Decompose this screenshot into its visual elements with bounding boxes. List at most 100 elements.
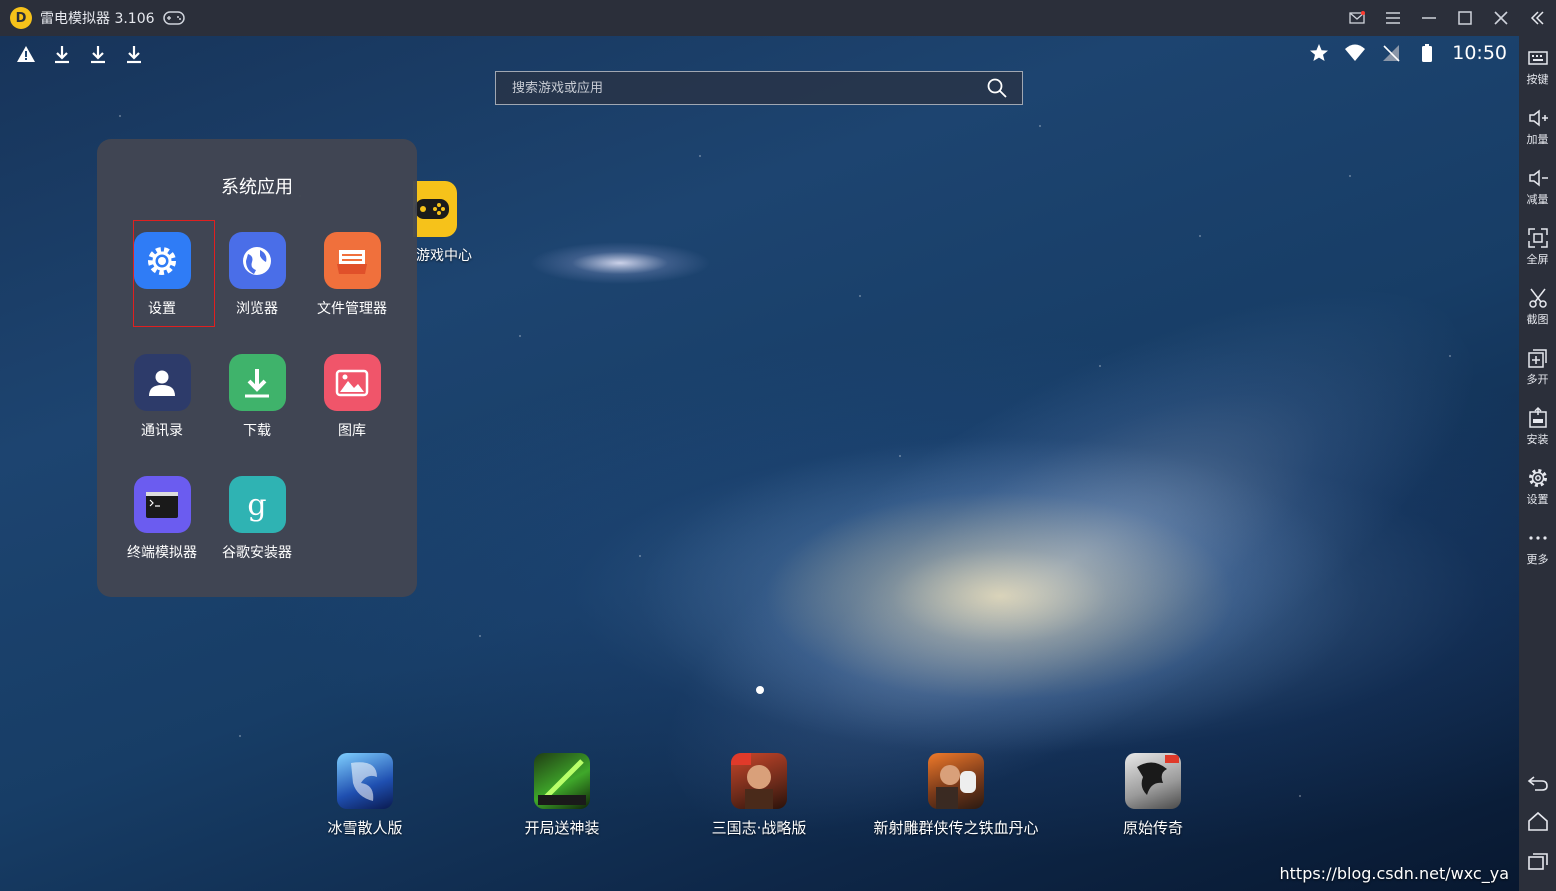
fullscreen-icon [1527, 228, 1548, 248]
dock-app-label: 新射雕群侠传之铁血丹心 [873, 819, 1039, 837]
game-icon [337, 753, 393, 809]
game-center-icon [413, 181, 457, 237]
file-manager-icon [323, 232, 381, 289]
app-gallery[interactable]: 图库 [306, 354, 398, 440]
dock-app-label: 原始传奇 [1122, 819, 1183, 837]
system-apps-folder: 系统应用 设置 浏览器 文件管理器 通讯录 下载 图库 终端模拟器 g 谷歌安装… [97, 139, 417, 597]
dock-app-yuanshi[interactable]: 原始传奇 [1063, 753, 1243, 838]
browser-icon [228, 232, 286, 289]
download-app-icon [228, 354, 286, 411]
dock-app-label: 三国志·战略版 [711, 819, 807, 837]
app-logo-icon: D [10, 7, 32, 29]
toolbar-fullscreen[interactable]: 全屏 [1519, 226, 1556, 267]
close-button[interactable] [1492, 9, 1510, 27]
app-terminal[interactable]: 终端模拟器 [116, 476, 208, 562]
game-icon [928, 753, 984, 809]
gallery-icon [323, 354, 381, 411]
mail-button[interactable] [1348, 9, 1366, 27]
search-input[interactable] [496, 71, 986, 105]
app-contacts[interactable]: 通讯录 [116, 354, 208, 440]
maximize-button[interactable] [1456, 9, 1474, 27]
page-indicator[interactable] [756, 686, 764, 694]
gamepad-icon[interactable] [162, 11, 185, 25]
title-bar: D 雷电模拟器 3.106 [0, 0, 1556, 36]
mail-icon [1349, 11, 1365, 24]
status-system: 10:50 [1308, 42, 1507, 64]
minimize-button[interactable] [1420, 9, 1438, 27]
toolbar-label: 按键 [1526, 73, 1549, 86]
app-google-installer[interactable]: g 谷歌安装器 [211, 476, 303, 562]
contacts-icon [133, 354, 191, 411]
toolbar-label: 安装 [1526, 433, 1549, 446]
app-file-manager[interactable]: 文件管理器 [306, 232, 398, 318]
toolbar-label: 减量 [1526, 193, 1549, 206]
game-icon [1125, 753, 1181, 809]
dock-app-shediao[interactable]: 新射雕群侠传之铁血丹心 [866, 753, 1046, 838]
toolbar-recents[interactable] [1519, 850, 1556, 874]
android-home-screen[interactable]: 10:50 游戏中心 系统应用 设置 浏览器 [0, 36, 1519, 891]
star-icon [1310, 44, 1329, 61]
app-label: 浏览器 [236, 301, 278, 317]
toolbar-screenshot[interactable]: 截图 [1519, 286, 1556, 327]
toolbar-multi-instance[interactable]: 多开 [1519, 346, 1556, 387]
scissors-icon [1528, 288, 1547, 308]
dock-app-bingxue[interactable]: 冰雪散人版 [275, 753, 455, 838]
app-download[interactable]: 下载 [211, 354, 303, 440]
menu-button[interactable] [1384, 9, 1402, 27]
app-label: 通讯录 [141, 423, 183, 439]
app-label: 文件管理器 [317, 301, 387, 317]
download-icon [127, 46, 141, 64]
dock-app-label: 开局送神装 [524, 819, 600, 837]
google-installer-icon: g [228, 476, 286, 533]
game-icon [731, 753, 787, 809]
svg-text:g: g [247, 488, 266, 523]
keyboard-icon [1527, 51, 1548, 65]
volume-down-icon [1528, 169, 1548, 187]
apk-install-icon [1528, 406, 1547, 428]
warning-icon [17, 46, 35, 62]
multi-window-icon [1527, 349, 1547, 368]
maximize-icon [1458, 11, 1472, 25]
dock-app-sanguozhi[interactable]: 三国志·战略版 [669, 753, 849, 838]
toolbar-volume-up[interactable]: 加量 [1519, 106, 1556, 147]
more-icon [1528, 536, 1547, 540]
toolbar-back[interactable] [1519, 770, 1556, 794]
close-icon [1494, 11, 1508, 25]
battery-icon [1422, 44, 1433, 62]
status-notifications [16, 44, 144, 64]
clock: 10:50 [1452, 42, 1507, 64]
search-icon[interactable] [986, 77, 1008, 99]
toolbar-volume-down[interactable]: 减量 [1519, 166, 1556, 207]
wifi-icon [1345, 44, 1366, 61]
collapse-icon[interactable] [1527, 8, 1547, 28]
menu-icon [1386, 12, 1400, 24]
toolbar-more[interactable]: 更多 [1519, 526, 1556, 567]
dock-app-kaiju[interactable]: 开局送神装 [472, 753, 652, 838]
toolbar-install-apk[interactable]: 安装 [1519, 406, 1556, 447]
back-icon [1527, 776, 1548, 791]
toolbar-label: 多开 [1526, 373, 1549, 386]
app-label: 谷歌安装器 [222, 545, 292, 561]
minimize-icon [1422, 17, 1436, 19]
toolbar-label: 全屏 [1526, 253, 1549, 266]
download-icon [91, 46, 105, 64]
watermark: https://blog.csdn.net/wxc_ya [1279, 864, 1510, 883]
app-label: 图库 [338, 423, 366, 439]
toolbar-keymap[interactable]: 按键 [1519, 46, 1556, 87]
controller-icon [415, 199, 449, 219]
folder-title: 系统应用 [221, 177, 293, 198]
toolbar-home[interactable] [1519, 810, 1556, 834]
volume-up-icon [1528, 109, 1548, 127]
app-label: 下载 [243, 423, 271, 439]
app-label: 终端模拟器 [127, 545, 197, 561]
dock-app-label: 冰雪散人版 [327, 819, 403, 837]
recents-icon [1527, 853, 1548, 870]
no-signal-icon [1383, 45, 1400, 62]
toolbar-label: 加量 [1526, 133, 1549, 146]
toolbar-settings[interactable]: 设置 [1519, 466, 1556, 507]
home-icon [1527, 811, 1548, 831]
app-browser[interactable]: 浏览器 [211, 232, 303, 318]
game-center-app[interactable]: 游戏中心 [413, 181, 493, 264]
search-bar[interactable] [495, 71, 1023, 105]
selection-highlight [133, 220, 215, 327]
